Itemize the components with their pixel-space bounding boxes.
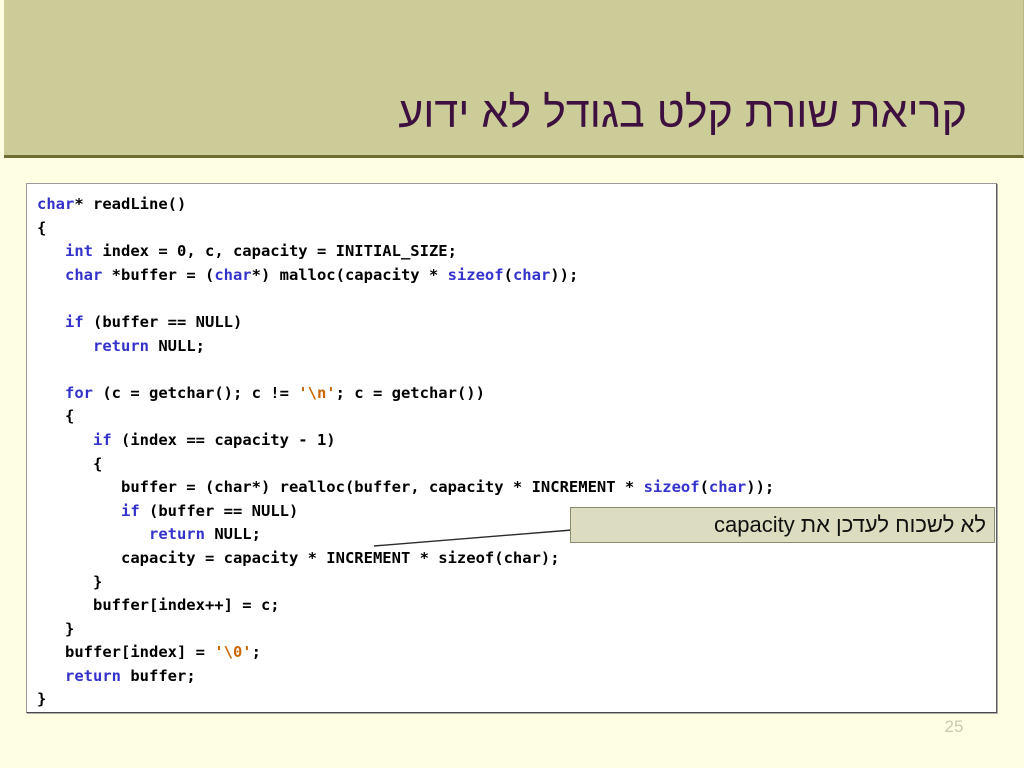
code-keyword: return (65, 666, 121, 685)
code-text: } (37, 572, 103, 591)
code-text: * readLine() (74, 195, 187, 213)
code-text: capacity = capacity * INCREMENT * sizeof… (37, 548, 560, 567)
code-keyword: return (93, 336, 149, 355)
code-keyword: return (148, 525, 205, 544)
code-text: ; (251, 643, 261, 662)
code-keyword: if (65, 312, 84, 331)
code-text: index = 0, c, capacity = INITIAL_SIZE; (93, 242, 457, 261)
page-number: 25 (944, 717, 964, 736)
code-text: { (37, 407, 75, 426)
code-line: for (c = getchar(); c != '\n'; c = getch… (37, 384, 485, 402)
code-text: )); (746, 478, 775, 497)
code-keyword: char (37, 195, 75, 213)
code-keyword: if (121, 501, 140, 520)
slide-title-band: קריאת שורת קלט בגודל לא ידוע (4, 0, 1024, 158)
code-line: char* readLine() (37, 195, 186, 213)
code-line: return NULL; (37, 337, 205, 355)
code-line: buffer[index++] = c; (37, 596, 280, 614)
code-text: NULL; (204, 525, 261, 544)
callout-text: לא לשכוח לעדכן את capacity (714, 512, 986, 537)
code-text: } (37, 690, 47, 709)
code-text: ( (699, 478, 709, 497)
code-line: int index = 0, c, capacity = INITIAL_SIZ… (37, 242, 457, 260)
code-text: (buffer == NULL) (139, 501, 299, 520)
code-text: *) malloc(capacity * (251, 265, 448, 284)
code-line: { (37, 219, 46, 237)
code-text: *buffer = ( (102, 265, 215, 284)
code-text: buffer = (char*) realloc(buffer, capacit… (37, 478, 644, 497)
page-title: קריאת שורת קלט בגודל לא ידוע (398, 88, 967, 137)
code-line: { (37, 407, 74, 425)
code-text: )); (550, 265, 579, 284)
slide-root: { "slide": { "title": "קריאת שורת קלט בג… (0, 0, 1024, 768)
code-text: } (37, 619, 75, 638)
code-keyword: char (708, 478, 747, 497)
code-text: (buffer == NULL) (83, 312, 243, 331)
code-line: if (buffer == NULL) (37, 502, 298, 520)
code-keyword: for (65, 383, 93, 402)
code-line: return NULL; (37, 525, 261, 543)
code-text: ( (503, 265, 513, 284)
code-line: } (37, 573, 102, 591)
code-keyword: sizeof (447, 265, 504, 284)
code-keyword: int (65, 242, 93, 261)
code-listing: char* readLine() { int index = 0, c, cap… (37, 193, 774, 712)
code-line: { (37, 455, 102, 473)
code-text: ; c = getchar()) (335, 383, 485, 402)
code-text: buffer; (121, 666, 196, 685)
code-string: '\n' (298, 383, 336, 402)
code-keyword: char (512, 265, 551, 284)
code-keyword: char (65, 265, 103, 284)
code-keyword: if (93, 430, 112, 449)
code-line: capacity = capacity * INCREMENT * sizeof… (37, 549, 560, 567)
code-line: buffer[index] = '\0'; (37, 643, 261, 661)
code-string: '\0' (214, 643, 252, 662)
code-line: if (index == capacity - 1) (37, 431, 336, 449)
code-text: { (37, 218, 47, 237)
code-text: buffer[index++] = c; (37, 596, 280, 615)
code-text: { (37, 454, 103, 473)
code-line: return buffer; (37, 667, 196, 685)
code-line: } (37, 690, 46, 708)
code-line: char *buffer = (char*) malloc(capacity *… (37, 266, 578, 284)
code-text: NULL; (149, 336, 205, 355)
code-keyword: sizeof (643, 478, 700, 497)
code-text: (index == capacity - 1) (111, 430, 336, 449)
code-block: char* readLine() { int index = 0, c, cap… (26, 183, 997, 713)
code-text: (c = getchar(); c != (93, 383, 299, 402)
callout-box: לא לשכוח לעדכן את capacity (570, 507, 995, 543)
code-line: buffer = (char*) realloc(buffer, capacit… (37, 478, 774, 496)
code-text: buffer[index] = (37, 643, 215, 662)
code-line: if (buffer == NULL) (37, 313, 242, 331)
code-keyword: char (214, 265, 252, 284)
code-line: } (37, 620, 74, 638)
